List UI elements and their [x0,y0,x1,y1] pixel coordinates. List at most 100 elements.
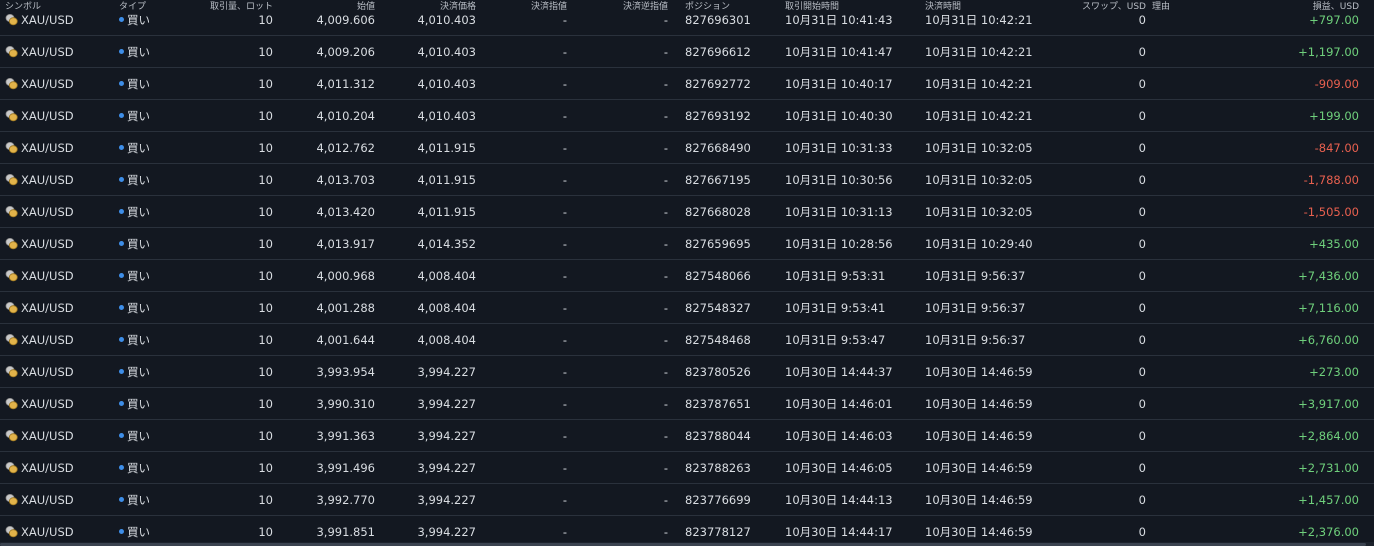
cell-symbol: XAU/USD [21,365,74,379]
cell-swap: 0 [1138,269,1146,283]
header-type[interactable]: タイプ [119,2,146,13]
cell-close-price: 4,008.404 [417,301,476,315]
table-row[interactable]: XAU/USD 買い 10 3,990.310 3,994.227 - - 823787651… [0,388,1374,420]
cell-profit: +3,917.00 [1298,397,1359,411]
cell-position: 823788044 [685,429,751,443]
buy-dot-icon [119,209,124,214]
table-row[interactable]: XAU/USD 買い 10 4,001.288 4,008.404 - - 827548327… [0,292,1374,324]
cell-take-profit: - [562,525,567,539]
buy-dot-icon [119,113,124,118]
cell-swap: 0 [1138,333,1146,347]
cell-open-time: 10月30日 14:44:37 [785,365,893,379]
table-row[interactable]: XAU/USD 買い 10 4,012.762 4,011.915 - - 827668490… [0,132,1374,164]
header-swap[interactable]: スワップ、USD [1082,2,1146,13]
header-close-price[interactable]: 決済価格 [440,2,476,13]
header-symbol[interactable]: シンボル [5,2,41,13]
gold-coins-icon [5,366,18,378]
header-open-time[interactable]: 取引開始時間 [785,2,839,13]
cell-profit: +1,197.00 [1298,45,1359,59]
cell-symbol: XAU/USD [21,301,74,315]
header-position[interactable]: ポジション [685,2,730,13]
table-row[interactable]: XAU/USD 買い 10 4,000.968 4,008.404 - - 827548066… [0,260,1374,292]
cell-take-profit: - [562,397,567,411]
cell-volume: 10 [258,77,273,91]
cell-swap: 0 [1138,397,1146,411]
cell-volume: 10 [258,269,273,283]
gold-coins-icon [5,238,18,250]
cell-stop-loss: - [663,461,668,475]
table-row[interactable]: XAU/USD 買い 10 4,013.703 4,011.915 - - 827667195… [0,164,1374,196]
cell-open-price: 3,991.496 [316,461,375,475]
cell-volume: 10 [258,13,273,27]
cell-swap: 0 [1138,173,1146,187]
cell-volume: 10 [258,429,273,443]
table-row[interactable]: XAU/USD 買い 10 4,013.917 4,014.352 - - 827659695… [0,228,1374,260]
cell-swap: 0 [1138,461,1146,475]
header-profit[interactable]: 損益、USD [1313,2,1359,13]
table-row[interactable]: XAU/USD 買い 10 4,010.204 4,010.403 - - 827693192… [0,100,1374,132]
cell-open-price: 3,991.363 [316,429,375,443]
cell-close-price: 4,010.403 [417,77,476,91]
table-row[interactable]: XAU/USD 買い 10 4,013.420 4,011.915 - - 827668028… [0,196,1374,228]
cell-take-profit: - [562,269,567,283]
cell-volume: 10 [258,173,273,187]
cell-open-time: 10月31日 10:40:30 [785,109,893,123]
table-row[interactable]: XAU/USD 買い 10 3,992.770 3,994.227 - - 823776699… [0,484,1374,516]
cell-open-price: 3,992.770 [316,493,375,507]
table-row[interactable]: XAU/USD 買い 10 3,991.363 3,994.227 - - 823788044… [0,420,1374,452]
cell-open-price: 4,009.606 [316,13,375,27]
cell-take-profit: - [562,493,567,507]
cell-stop-loss: - [663,77,668,91]
cell-profit: +2,864.00 [1298,429,1359,443]
cell-type: 買い [127,333,150,347]
cell-take-profit: - [562,365,567,379]
cell-position: 823776699 [685,493,751,507]
cell-open-price: 3,991.851 [316,525,375,539]
cell-volume: 10 [258,525,273,539]
header-take-profit[interactable]: 決済指値 [531,2,567,13]
cell-close-price: 4,010.403 [417,45,476,59]
header-reason[interactable]: 理由 [1152,2,1170,13]
cell-volume: 10 [258,109,273,123]
cell-type: 買い [127,141,150,155]
cell-profit: +1,457.00 [1298,493,1359,507]
cell-swap: 0 [1138,109,1146,123]
cell-close-time: 10月31日 10:29:40 [925,237,1033,251]
cell-open-time: 10月30日 14:46:05 [785,461,893,475]
header-open-price[interactable]: 始値 [357,2,375,13]
buy-dot-icon [119,369,124,374]
cell-take-profit: - [562,77,567,91]
cell-volume: 10 [258,461,273,475]
buy-dot-icon [119,241,124,246]
table-row[interactable]: XAU/USD 買い 10 4,001.644 4,008.404 - - 827548468… [0,324,1374,356]
cell-close-time: 10月31日 9:56:37 [925,301,1026,315]
cell-volume: 10 [258,301,273,315]
cell-swap: 0 [1138,301,1146,315]
header-volume[interactable]: 取引量、ロット [210,2,273,13]
cell-volume: 10 [258,45,273,59]
cell-swap: 0 [1138,205,1146,219]
table-row[interactable]: XAU/USD 買い 10 3,991.496 3,994.227 - - 823788263… [0,452,1374,484]
header-stop-loss[interactable]: 決済逆指値 [623,2,668,13]
cell-close-time: 10月30日 14:46:59 [925,365,1033,379]
buy-dot-icon [119,529,124,534]
gold-coins-icon [5,462,18,474]
table-row[interactable]: XAU/USD 買い 10 4,011.312 4,010.403 - - 827692772… [0,68,1374,100]
buy-dot-icon [119,497,124,502]
cell-type: 買い [127,301,150,315]
cell-swap: 0 [1138,45,1146,59]
cell-symbol: XAU/USD [21,461,74,475]
cell-volume: 10 [258,397,273,411]
cell-stop-loss: - [663,397,668,411]
table-row[interactable]: XAU/USD 買い 10 4,009.206 4,010.403 - - 827696612… [0,36,1374,68]
cell-close-time: 10月31日 10:42:21 [925,45,1033,59]
cell-take-profit: - [562,333,567,347]
cell-volume: 10 [258,365,273,379]
cell-open-price: 4,013.420 [316,205,375,219]
table-row[interactable]: XAU/USD 買い 10 3,993.954 3,994.227 - - 823780526… [0,356,1374,388]
horizontal-scrollbar[interactable] [0,542,1374,546]
cell-stop-loss: - [663,429,668,443]
header-close-time[interactable]: 決済時間 [925,2,961,13]
cell-swap: 0 [1138,525,1146,539]
cell-type: 買い [127,13,150,27]
